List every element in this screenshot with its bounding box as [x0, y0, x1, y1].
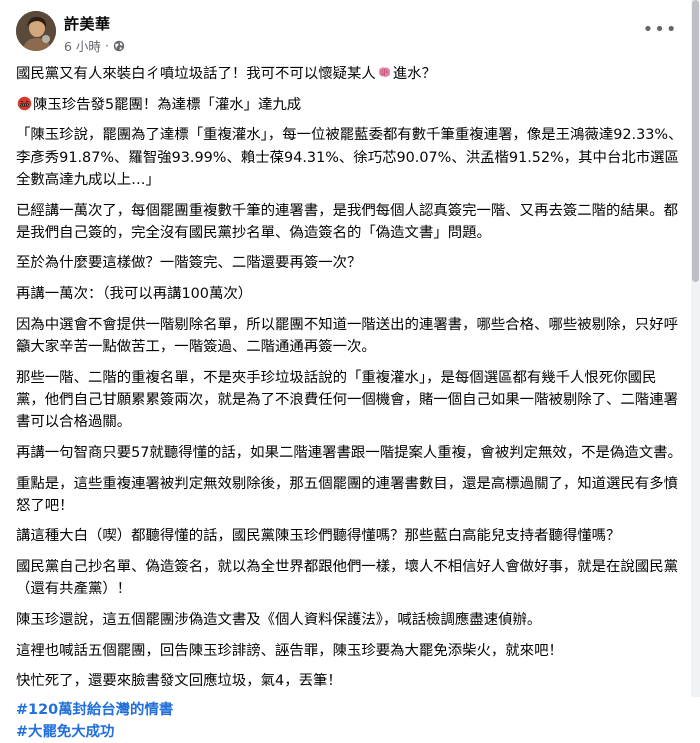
- post-meta: 6 小時 ·: [64, 36, 125, 55]
- scrollbar-track[interactable]: [691, 0, 700, 697]
- paragraph-15: 快忙死了，還要來臉書發文回應垃圾，氣4，丟筆！: [16, 673, 342, 690]
- face-with-symbols-emoji: [17, 96, 32, 110]
- paragraph-6: 再講一萬次：（我可以再講100萬次）: [16, 286, 253, 303]
- meta-separator: ·: [104, 38, 109, 53]
- hashtag-list: #120萬封給台灣的情書 #大罷免大成功: [16, 699, 684, 743]
- post-timestamp[interactable]: 6 小時: [64, 36, 101, 55]
- scrollbar-thumb[interactable]: [692, 0, 699, 282]
- paragraph-11: 講這種大白（喫）都聽得懂的話，國民黨陳玉珍們聽得懂嗎？那些藍白高能兒支持者聽得懂…: [16, 528, 621, 545]
- hashtag-link[interactable]: #大罷免大成功: [16, 721, 684, 743]
- paragraph-13: 陳玉珍還說，這五個罷團涉偽造文書及《個人資料保護法》，喊話檢調應盡速偵辦。: [16, 612, 542, 629]
- paragraph-14: 這裡也喊話五個罷團，回告陳玉珍誹謗、誣告罪，陳玉珍要為大罷免添柴火，就來吧！: [16, 642, 563, 659]
- hashtag-link[interactable]: #120萬封給台灣的情書: [16, 699, 684, 721]
- paragraph-5: 至於為什麼要這樣做？一階簽完、二階還要再簽一次？: [16, 255, 362, 272]
- paragraph-9: 再講一句智商只要57就聽得懂的話，如果二階連署書跟一階提案人重複，會被判定無效，…: [16, 444, 682, 461]
- avatar-image: [16, 11, 56, 51]
- author-name[interactable]: 許美華: [64, 13, 111, 34]
- more-options-icon: •••: [642, 18, 678, 40]
- post-body: 國民黨又有人來裝白ㄔ噴垃圾話了！我可不可以懷疑某人 進水？ 陳玉珍告發5罷團！為…: [16, 63, 684, 743]
- paragraph-1: 國民黨又有人來裝白ㄔ噴垃圾話了！我可不可以懷疑某人 進水？: [16, 66, 436, 82]
- paragraph-7: 因為中選會不會提供一階剔除名單，所以罷團不知道一階送出的連署書，哪些合格、哪些被…: [16, 316, 678, 356]
- paragraph-3: 「陳玉珍說，罷團為了達標「重複灌水」，每一位被罷藍委都有數千筆重複連署，像是王鴻…: [16, 127, 683, 188]
- paragraph-12: 國民黨自己抄名單、偽造簽名，就以為全世界都跟他們一樣，壞人不相信好人會做好事，就…: [16, 559, 678, 598]
- more-options-button[interactable]: •••: [642, 13, 678, 45]
- paragraph-10: 重點是，這些重複連署被判定無效剔除後，那五個罷團的連署書數目，還是高標過關了，知…: [16, 475, 678, 514]
- paragraph-4: 已經講一萬次了，每個罷團重複數千筆的連署書，是我們每個人認真簽完一階、又再去簽二…: [16, 202, 678, 241]
- globe-icon[interactable]: [113, 40, 125, 52]
- paragraph-8: 那些一階、二階的重複名單，不是夾手珍垃圾話說的「重複灌水」，是每個選區都有幾千人…: [16, 369, 678, 431]
- post-header: 許美華 6 小時 · •••: [16, 11, 676, 55]
- brain-emoji: [378, 67, 390, 77]
- avatar[interactable]: [16, 11, 56, 51]
- paragraph-2: 陳玉珍告發5罷團！為達標「灌水」達九成: [16, 94, 684, 116]
